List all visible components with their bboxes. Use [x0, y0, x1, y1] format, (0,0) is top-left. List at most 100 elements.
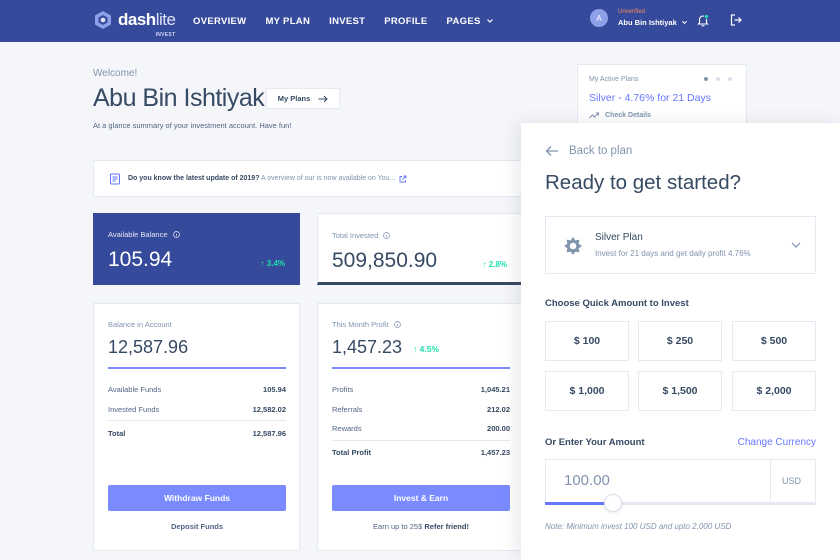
row-key: Invested Funds — [108, 405, 160, 414]
refer-text: Earn up to 25$ — [373, 522, 423, 531]
page-title: Abu Bin Ishtiyak — [93, 84, 265, 112]
carousel-dots — [704, 77, 740, 81]
external-link-icon[interactable] — [399, 175, 407, 183]
user-name: Abu Bin Ishtiyak — [618, 18, 677, 27]
month-profit-change: ↑ 4.5% — [413, 344, 439, 354]
my-plans-label: My Plans — [277, 94, 311, 103]
amount-option-1500[interactable]: $ 1,500 — [638, 371, 722, 411]
nav-profile[interactable]: PROFILE — [384, 16, 427, 27]
total-invested-label-text: Total Invested — [332, 231, 379, 240]
month-profit-label: This Month Profit — [332, 320, 401, 329]
my-plans-button[interactable]: My Plans — [266, 88, 340, 109]
avatar: A — [590, 9, 608, 27]
available-balance-change-value: 3.4% — [266, 259, 285, 268]
refer-footer: Earn up to 25$ Refer friend! — [332, 522, 510, 531]
total-invested-label: Total Invested — [332, 231, 391, 240]
balance-account-card: Balance in Account 12,587.96 Available F… — [93, 303, 300, 551]
invest-drawer: Back to plan Ready to get started? Silve… — [521, 123, 840, 560]
trend-up-icon — [589, 112, 599, 119]
row-key: Rewards — [332, 424, 362, 433]
row-value: 1,045.21 — [480, 385, 510, 394]
amount-slider[interactable] — [545, 494, 816, 512]
logo-text: dashlite INVEST — [118, 11, 176, 39]
divider — [332, 440, 510, 441]
info-icon[interactable] — [383, 232, 391, 239]
refer-friend-link[interactable]: Refer friend! — [424, 522, 469, 531]
row-value: 12,587.96 — [252, 429, 286, 438]
logo[interactable]: dashlite INVEST — [93, 10, 176, 39]
input-separator — [770, 460, 771, 503]
carousel-dot[interactable] — [728, 77, 732, 81]
welcome-label: Welcome! — [93, 68, 138, 79]
total-invested-card: Total Invested 509,850.90 ↑ 2.8% — [317, 213, 523, 285]
document-icon — [110, 173, 120, 184]
user-status: Unverified — [618, 9, 646, 15]
amount-input[interactable]: 100.00 USD — [545, 459, 816, 504]
user-name-row: Abu Bin Ishtiyak — [618, 18, 688, 27]
bell-icon[interactable] — [696, 13, 710, 27]
nav-invest[interactable]: INVEST — [329, 16, 365, 27]
chevron-down-icon — [681, 20, 687, 25]
row-key: Referrals — [332, 405, 363, 414]
plan-selector[interactable]: Silver Plan Invest for 21 days and get d… — [545, 216, 816, 274]
update-notice[interactable]: Do you know the latest update of 2019? A… — [93, 160, 533, 197]
month-profit-value: 1,457.23 — [332, 337, 403, 357]
active-plan-title[interactable]: Silver - 4.76% for 21 Days — [589, 92, 711, 104]
amount-option-1000[interactable]: $ 1,000 — [545, 371, 629, 411]
active-plans-card: My Active Plans Silver - 4.76% for 21 Da… — [577, 64, 747, 130]
amount-option-500[interactable]: $ 500 — [732, 321, 816, 361]
nav-pages-label: PAGES — [446, 15, 481, 27]
amount-option-100[interactable]: $ 100 — [545, 321, 629, 361]
invest-note: Note: Minimum invest 100 USD and upto 2,… — [545, 522, 732, 531]
available-balance-label-text: Available Balance — [108, 230, 168, 239]
notice-muted: A overview of our is now available on Yo… — [261, 175, 396, 182]
enter-amount-label: Or Enter Your Amount — [545, 437, 645, 448]
nav-my-plan[interactable]: MY PLAN — [265, 16, 310, 27]
row-value: 105.94 — [263, 385, 286, 394]
month-profit-change-value: 4.5% — [419, 344, 439, 354]
carousel-dot[interactable] — [716, 77, 720, 81]
amount-option-250[interactable]: $ 250 — [638, 321, 722, 361]
user-dropdown[interactable]: A Unverified Abu Bin Ishtiyak — [590, 9, 688, 27]
total-invested-value: 509,850.90 — [332, 249, 438, 272]
row-value: 12,582.02 — [252, 405, 286, 414]
row-value: 200.00 — [487, 424, 510, 433]
info-icon[interactable] — [172, 231, 180, 238]
balance-account-bar — [108, 367, 286, 369]
top-navbar: dashlite INVEST OVERVIEW MY PLAN INVEST … — [0, 0, 840, 42]
info-icon[interactable] — [393, 321, 401, 328]
user-info: Unverified Abu Bin Ishtiyak — [618, 9, 688, 27]
change-currency-link[interactable]: Change Currency — [738, 437, 816, 448]
plan-description: Invest for 21 days and get daily profit … — [595, 249, 751, 258]
slider-fill — [545, 502, 613, 505]
chevron-down-icon — [791, 242, 801, 248]
row-value: 212.02 — [487, 405, 510, 414]
carousel-dot[interactable] — [704, 77, 708, 81]
withdraw-funds-button[interactable]: Withdraw Funds — [108, 485, 286, 511]
logo-sub: INVEST — [155, 32, 176, 38]
nav-pages[interactable]: PAGES — [447, 16, 494, 27]
row-key: Total — [108, 429, 126, 438]
amount-option-2000[interactable]: $ 2,000 — [732, 371, 816, 411]
plan-name: Silver Plan — [595, 232, 643, 243]
deposit-funds-link[interactable]: Deposit Funds — [108, 522, 286, 531]
row-key: Available Funds — [108, 385, 162, 394]
page-subtitle: At a glance summary of your investment a… — [93, 121, 292, 130]
arrow-left-icon — [545, 146, 558, 156]
total-invested-change-value: 2.8% — [488, 260, 507, 269]
invest-earn-button[interactable]: Invest & Earn — [332, 485, 510, 511]
nav-overview[interactable]: OVERVIEW — [193, 16, 246, 27]
month-profit-bar — [332, 367, 510, 369]
row-value: 1,457.23 — [480, 448, 510, 457]
row-key: Total Profit — [332, 448, 372, 457]
amount-input-value[interactable]: 100.00 — [564, 472, 610, 489]
month-profit-card: This Month Profit 1,457.23 ↑ 4.5% Profit… — [317, 303, 523, 551]
chevron-down-icon — [486, 19, 493, 23]
available-balance-change: ↑ 3.4% — [260, 259, 285, 268]
slider-handle[interactable] — [604, 494, 622, 512]
logo-icon — [95, 11, 111, 29]
logout-icon[interactable] — [729, 13, 743, 27]
back-to-plan-link[interactable]: Back to plan — [545, 145, 632, 157]
available-balance-value: 105.94 — [108, 248, 173, 271]
check-details-link[interactable]: Check Details — [589, 112, 651, 119]
